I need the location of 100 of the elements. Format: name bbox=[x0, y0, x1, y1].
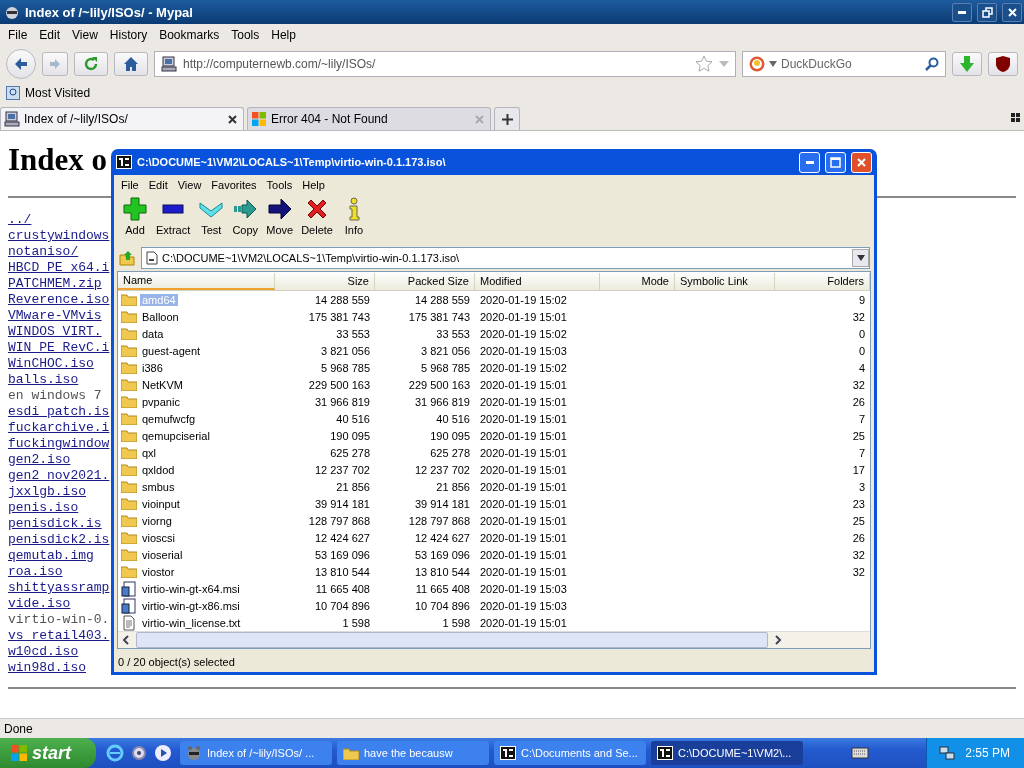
file-name[interactable]: guest-agent bbox=[140, 344, 203, 357]
file-name[interactable]: pvpanic bbox=[140, 395, 182, 408]
column-header[interactable]: Packed Size bbox=[375, 272, 475, 290]
file-link[interactable]: WIN PE RevC.i bbox=[8, 340, 110, 356]
file-name[interactable]: smbus bbox=[140, 480, 177, 493]
home-button[interactable] bbox=[114, 52, 148, 76]
file-name[interactable]: qemufwcfg bbox=[140, 412, 198, 425]
file-link[interactable]: gen2.iso bbox=[8, 452, 71, 468]
file-name[interactable]: qxl bbox=[140, 446, 159, 459]
file-name[interactable]: i386 bbox=[140, 361, 165, 374]
file-link[interactable]: esdi patch.is bbox=[8, 404, 110, 420]
reload-button[interactable] bbox=[74, 52, 108, 76]
browser-tab[interactable]: Index of /~lily/ISOs/ bbox=[0, 107, 244, 130]
bookmark-item[interactable]: Most Visited bbox=[4, 85, 93, 101]
horizontal-scrollbar[interactable] bbox=[118, 631, 870, 648]
toolbar-button[interactable]: Copy bbox=[228, 197, 263, 236]
restore-button[interactable] bbox=[977, 2, 997, 22]
taskbar-button[interactable]: C:\DOCUME~1\VM2\... bbox=[651, 741, 803, 765]
file-link[interactable]: notaniso/ bbox=[8, 244, 79, 260]
file-link[interactable]: crustywindows bbox=[8, 228, 110, 244]
file-name[interactable]: NetKVM bbox=[140, 378, 185, 391]
search-field[interactable]: DuckDuckGo bbox=[742, 51, 946, 77]
modified-cell-text: 2020-01-19 15:01 bbox=[479, 548, 568, 561]
menu-item[interactable]: View bbox=[66, 26, 104, 44]
file-name[interactable]: virtio-win-gt-x86.msi bbox=[140, 599, 242, 612]
column-header[interactable]: Size bbox=[275, 272, 375, 290]
column-header[interactable]: Mode bbox=[600, 272, 675, 290]
taskbar-button[interactable]: C:\Documents and Se... bbox=[494, 741, 646, 765]
file-name[interactable]: Balloon bbox=[140, 310, 181, 323]
toolbar-button[interactable]: Move bbox=[262, 197, 298, 236]
file-link[interactable]: vs retail403. bbox=[8, 628, 110, 644]
menu-item[interactable]: Bookmarks bbox=[153, 26, 226, 44]
taskbar-button[interactable]: have the becausw bbox=[337, 741, 489, 765]
dropdown-button[interactable] bbox=[852, 249, 869, 267]
file-name[interactable]: qemupciserial bbox=[140, 429, 212, 442]
file-link[interactable]: qemutab.img bbox=[8, 548, 94, 564]
file-link[interactable]: jxxlgb.iso bbox=[8, 484, 86, 500]
home-icon bbox=[123, 56, 139, 72]
file-link[interactable]: roa.iso bbox=[8, 564, 63, 580]
column-header[interactable]: Modified bbox=[475, 272, 600, 290]
toolbar-button[interactable]: Add bbox=[118, 197, 152, 236]
file-link[interactable]: en windows 7 bbox=[8, 388, 102, 404]
file-link[interactable]: PATCHMEM.zip bbox=[8, 276, 102, 292]
menu-item[interactable]: Help bbox=[297, 177, 330, 193]
menu-item[interactable]: Favorites bbox=[206, 177, 262, 193]
file-link[interactable]: win98d.iso bbox=[8, 660, 86, 676]
toolbar-button[interactable]: Test bbox=[194, 197, 229, 236]
file-name[interactable]: viostor bbox=[140, 565, 177, 578]
menu-item[interactable]: Edit bbox=[33, 26, 67, 44]
file-link[interactable]: WINDOS VIRT. bbox=[8, 324, 102, 340]
download-button[interactable] bbox=[952, 52, 982, 76]
minimize-button[interactable] bbox=[952, 2, 972, 22]
toolbar-button[interactable]: Extract bbox=[152, 197, 195, 236]
back-button[interactable] bbox=[6, 49, 36, 79]
modified-cell-text: 2020-01-19 15:02 bbox=[479, 293, 568, 306]
browser-tab[interactable]: Error 404 - Not Found bbox=[247, 107, 491, 130]
file-name[interactable]: virtio-win_license.txt bbox=[140, 616, 243, 629]
file-link[interactable]: VMware-VMvis bbox=[8, 308, 102, 324]
new-tab-button[interactable] bbox=[494, 107, 520, 130]
address-field[interactable]: http://computernewb.com/~lily/ISOs/ bbox=[154, 51, 736, 77]
column-header[interactable]: Symbolic Link bbox=[675, 272, 775, 290]
file-name[interactable]: data bbox=[140, 327, 166, 340]
menu-item[interactable]: History bbox=[103, 26, 154, 44]
menu-item[interactable]: File bbox=[116, 177, 144, 193]
file-link[interactable]: HBCD PE x64.i bbox=[8, 260, 110, 276]
extension-button[interactable] bbox=[988, 52, 1018, 76]
file-link[interactable]: Reverence.iso bbox=[8, 292, 110, 308]
file-link[interactable]: WinCHOC.iso bbox=[8, 356, 94, 372]
file-link[interactable]: penisdick.is bbox=[8, 516, 102, 532]
column-header[interactable]: Folders bbox=[775, 272, 870, 290]
file-link[interactable]: fuckarchive.i bbox=[8, 420, 110, 436]
path-field[interactable]: C:\DOCUME~1\VM2\LOCALS~1\Temp\virtio-win-0.1.173.iso\ bbox=[141, 247, 870, 269]
file-link[interactable]: virtio-win-0. bbox=[8, 612, 110, 628]
file-link[interactable]: penis.iso bbox=[8, 500, 79, 516]
file-link[interactable]: vide.iso bbox=[8, 596, 71, 612]
file-link[interactable]: gen2 nov2021. bbox=[8, 468, 110, 484]
menu-item[interactable]: Help bbox=[265, 26, 302, 44]
menu-item[interactable]: Edit bbox=[143, 177, 173, 193]
file-link[interactable]: penisdick2.is bbox=[8, 532, 110, 548]
file-link[interactable]: fuckingwindow bbox=[8, 436, 110, 452]
maximize-button[interactable] bbox=[825, 151, 846, 173]
file-name[interactable]: qxldod bbox=[140, 463, 177, 476]
toolbar-button[interactable]: Info bbox=[336, 197, 371, 236]
file-name[interactable]: vioscsi bbox=[140, 531, 177, 544]
menu-item[interactable]: View bbox=[172, 177, 207, 193]
file-link[interactable]: balls.iso bbox=[8, 372, 79, 388]
file-name[interactable]: vioserial bbox=[140, 548, 185, 561]
file-link[interactable]: w10cd.iso bbox=[8, 644, 79, 660]
file-name[interactable]: virtio-win-gt-x64.msi bbox=[140, 582, 242, 595]
file-link[interactable]: shittyassramp bbox=[8, 580, 110, 596]
menu-item[interactable]: Tools bbox=[261, 177, 298, 193]
close-button[interactable] bbox=[1002, 2, 1022, 22]
column-header[interactable]: Name bbox=[118, 272, 275, 290]
file-name[interactable]: vioinput bbox=[140, 497, 182, 510]
toolbar-button[interactable]: Delete bbox=[297, 197, 337, 236]
file-name[interactable]: viorng bbox=[140, 514, 174, 527]
menu-item[interactable]: Tools bbox=[225, 26, 266, 44]
menu-item[interactable]: File bbox=[2, 26, 34, 44]
taskbar-button[interactable]: Index of /~lily/ISOs/ ... bbox=[180, 741, 332, 765]
file-link[interactable]: ../ bbox=[8, 212, 32, 228]
